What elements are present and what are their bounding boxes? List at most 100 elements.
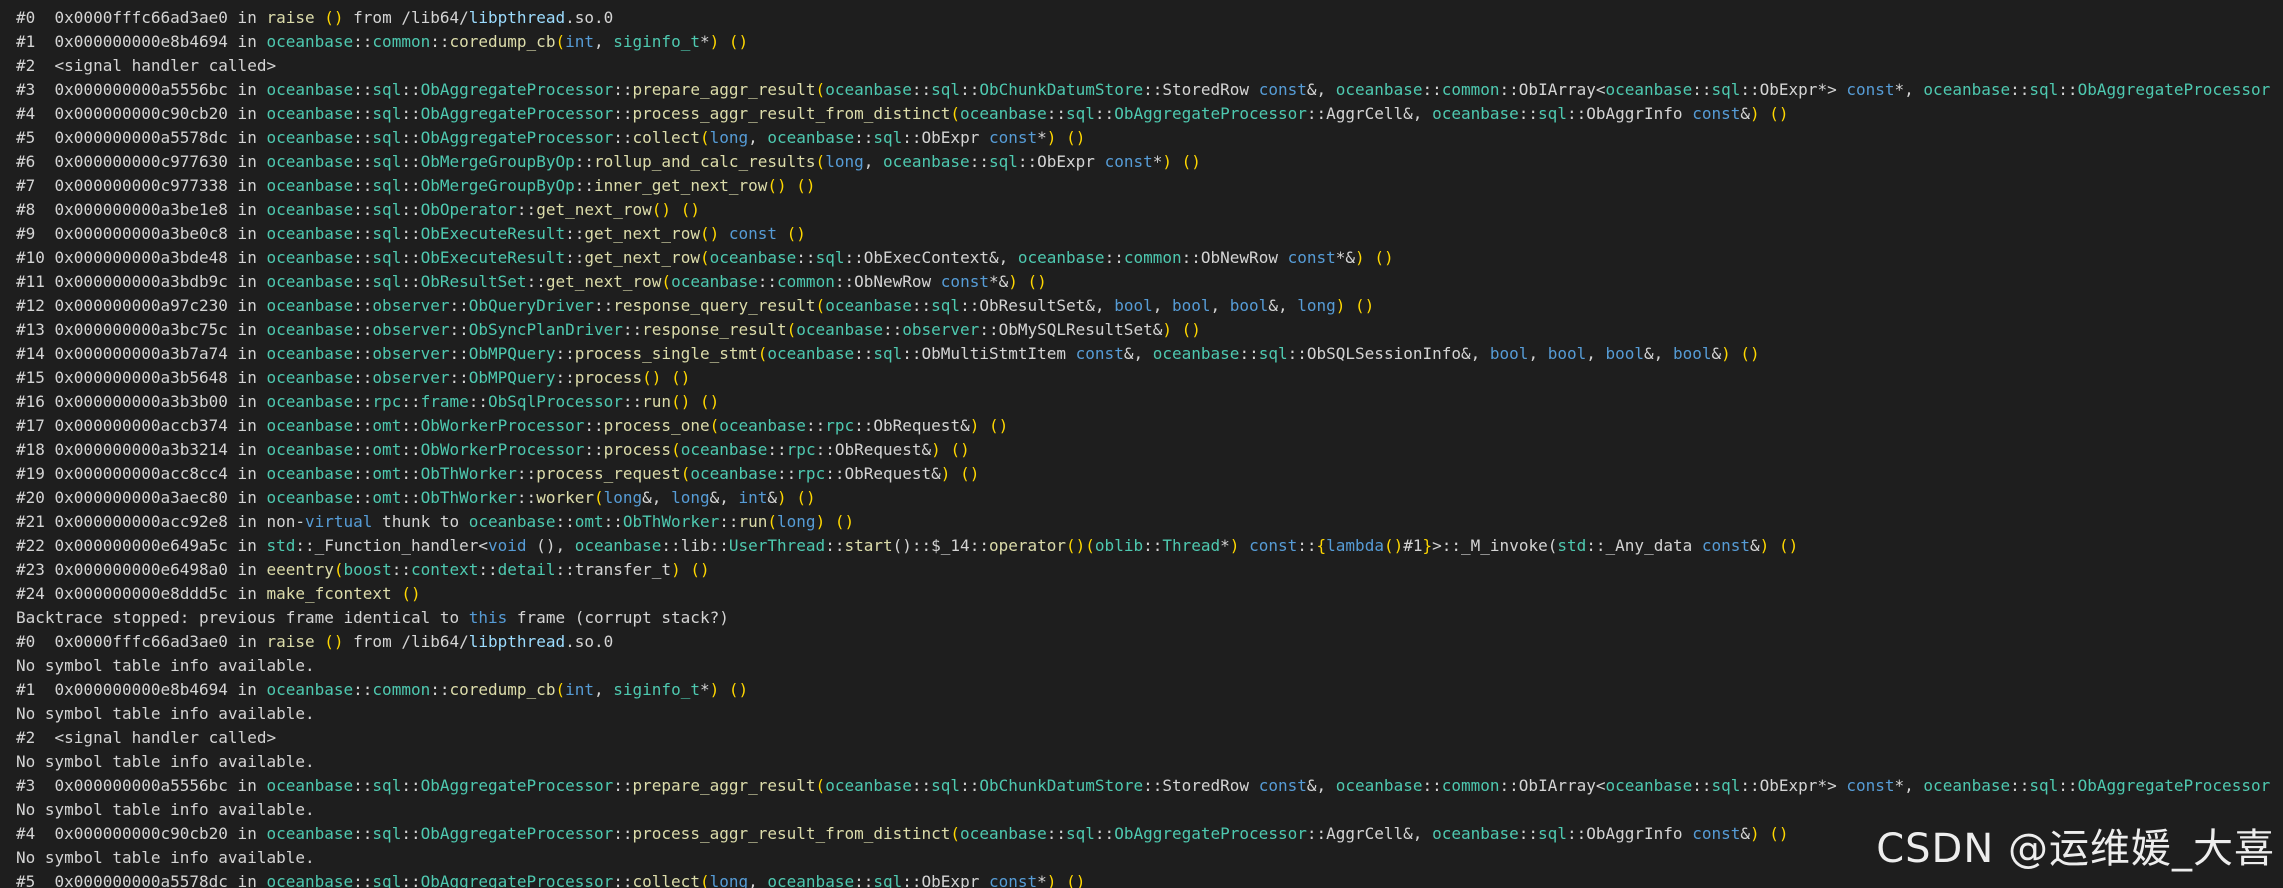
terminal-segment: [661, 368, 671, 387]
terminal-segment: bool: [1489, 344, 1529, 363]
terminal-segment: rpc: [372, 392, 402, 411]
terminal-segment: [825, 512, 835, 531]
terminal-segment: #22 0x000000000e649a5c in: [16, 536, 267, 555]
terminal-segment: response_result: [642, 320, 787, 339]
terminal-segment: ): [815, 512, 826, 531]
terminal-line: No symbol table info available.: [16, 750, 2283, 774]
terminal-segment: long: [709, 128, 749, 147]
terminal-segment: (): [324, 8, 344, 27]
terminal-segment: sql: [372, 872, 402, 888]
terminal-segment: ::: [468, 392, 489, 411]
terminal-segment: ObAggregateProcessor: [1114, 824, 1307, 843]
terminal-segment: (): [690, 560, 710, 579]
terminal-segment: oceanbase: [266, 392, 354, 411]
terminal-segment: [1760, 104, 1770, 123]
terminal-segment: ::: [353, 296, 373, 315]
terminal-segment: oceanbase: [960, 824, 1047, 843]
terminal-segment: (): [651, 200, 672, 219]
terminal-segment: (): [796, 176, 816, 195]
terminal-line: Backtrace stopped: previous frame identi…: [16, 606, 2283, 630]
terminal-segment: ::: [719, 512, 739, 531]
terminal-segment: ObExecuteResult: [420, 224, 566, 243]
terminal-segment: ::: [911, 80, 932, 99]
terminal-segment: (): [699, 392, 720, 411]
terminal-segment: ::lib::: [661, 536, 729, 555]
terminal-segment: sql: [873, 128, 903, 147]
terminal-segment: ::: [574, 176, 594, 195]
terminal-segment: ::: [401, 152, 421, 171]
terminal-segment: (: [815, 80, 826, 99]
terminal-line: #13 0x000000000a3bc75c in oceanbase::obs…: [16, 318, 2283, 342]
terminal-segment: ::: [353, 416, 373, 435]
terminal-segment: oceanbase: [825, 296, 912, 315]
terminal-segment: omt: [372, 416, 402, 435]
terminal-segment: sql: [372, 176, 402, 195]
terminal-segment: ObMPQuery: [468, 368, 556, 387]
terminal-segment: (): [950, 440, 970, 459]
terminal-segment: ObResultSet: [420, 272, 527, 291]
terminal-segment: ::ObNewRow: [834, 272, 941, 291]
terminal-segment: ::: [622, 392, 643, 411]
terminal-segment: oceanbase: [266, 128, 354, 147]
terminal-segment: bool: [1229, 296, 1269, 315]
terminal-segment: [1172, 320, 1182, 339]
terminal-line: #20 0x000000000a3aec80 in oceanbase::omt…: [16, 486, 2283, 510]
terminal-segment: ::: [2058, 80, 2078, 99]
terminal-segment: const: [1249, 536, 1298, 555]
terminal-segment: [392, 584, 402, 603]
terminal-segment: (: [671, 440, 681, 459]
terminal-segment: ): [1721, 344, 1731, 363]
terminal-segment: UserThread: [728, 536, 826, 555]
terminal-segment: ::: [854, 344, 874, 363]
terminal-segment: common: [1441, 80, 1500, 99]
terminal-segment: ObAggregateProcessor: [420, 824, 614, 843]
terminal-segment: oceanbase: [266, 320, 354, 339]
terminal-segment: oceanbase: [266, 824, 354, 843]
terminal-segment: ::: [516, 200, 537, 219]
terminal-segment: ::: [1094, 824, 1115, 843]
terminal-segment: bool: [1114, 296, 1153, 315]
terminal-segment: ::: [353, 80, 373, 99]
terminal-segment: *: [699, 32, 710, 51]
terminal-segment: process_one: [603, 416, 710, 435]
terminal-segment: sql: [372, 824, 402, 843]
terminal-segment: (: [680, 464, 691, 483]
terminal-segment: detail: [497, 560, 556, 579]
terminal-segment: ObAggregateProcessor: [420, 872, 614, 888]
terminal-segment: ObAggregateProcessor: [2077, 80, 2271, 99]
terminal-segment: [950, 464, 960, 483]
terminal-segment: [1760, 824, 1770, 843]
terminal-segment: (): [671, 368, 691, 387]
terminal-segment: *&: [988, 272, 1009, 291]
terminal-segment: [1345, 296, 1355, 315]
terminal-segment: *&: [1335, 248, 1356, 267]
terminal-segment: {: [1316, 536, 1327, 555]
terminal-line: No symbol table info available.: [16, 702, 2283, 726]
terminal-segment: ::: [584, 440, 604, 459]
terminal-segment: ): [1162, 152, 1173, 171]
terminal-segment: ObSqlProcessor: [488, 392, 623, 411]
terminal-segment: oceanbase: [266, 488, 354, 507]
terminal-segment: ::: [401, 176, 421, 195]
terminal-segment: [1769, 536, 1779, 555]
terminal-segment: ::: [1046, 104, 1067, 123]
terminal-segment: oceanbase: [266, 32, 354, 51]
terminal-segment: std: [1557, 536, 1587, 555]
terminal-segment: omt: [372, 440, 402, 459]
terminal-segment: omt: [574, 512, 604, 531]
terminal-segment: observer: [372, 320, 450, 339]
terminal-segment: std: [266, 536, 296, 555]
terminal-line: #1 0x000000000e8b4694 in oceanbase::comm…: [16, 30, 2283, 54]
terminal-line: #23 0x000000000e6498a0 in eeentry(boost:…: [16, 558, 2283, 582]
terminal-segment: ::AggrCell&,: [1306, 104, 1433, 123]
terminal-segment: ::: [401, 224, 421, 243]
terminal-segment: ObAggregateProcessor: [420, 104, 614, 123]
terminal-segment: #8 0x000000000a3be1e8 in: [16, 200, 267, 219]
terminal-segment: .so.0: [565, 632, 614, 651]
terminal-line: #0 0x0000fffc66ad3ae0 in raise () from /…: [16, 6, 2283, 30]
terminal-segment: ::: [401, 776, 421, 795]
terminal-output[interactable]: #0 0x0000fffc66ad3ae0 in raise () from /…: [0, 0, 2283, 888]
terminal-segment: sql: [1066, 824, 1095, 843]
terminal-segment: ::: [401, 416, 421, 435]
terminal-segment: ::: [430, 32, 450, 51]
